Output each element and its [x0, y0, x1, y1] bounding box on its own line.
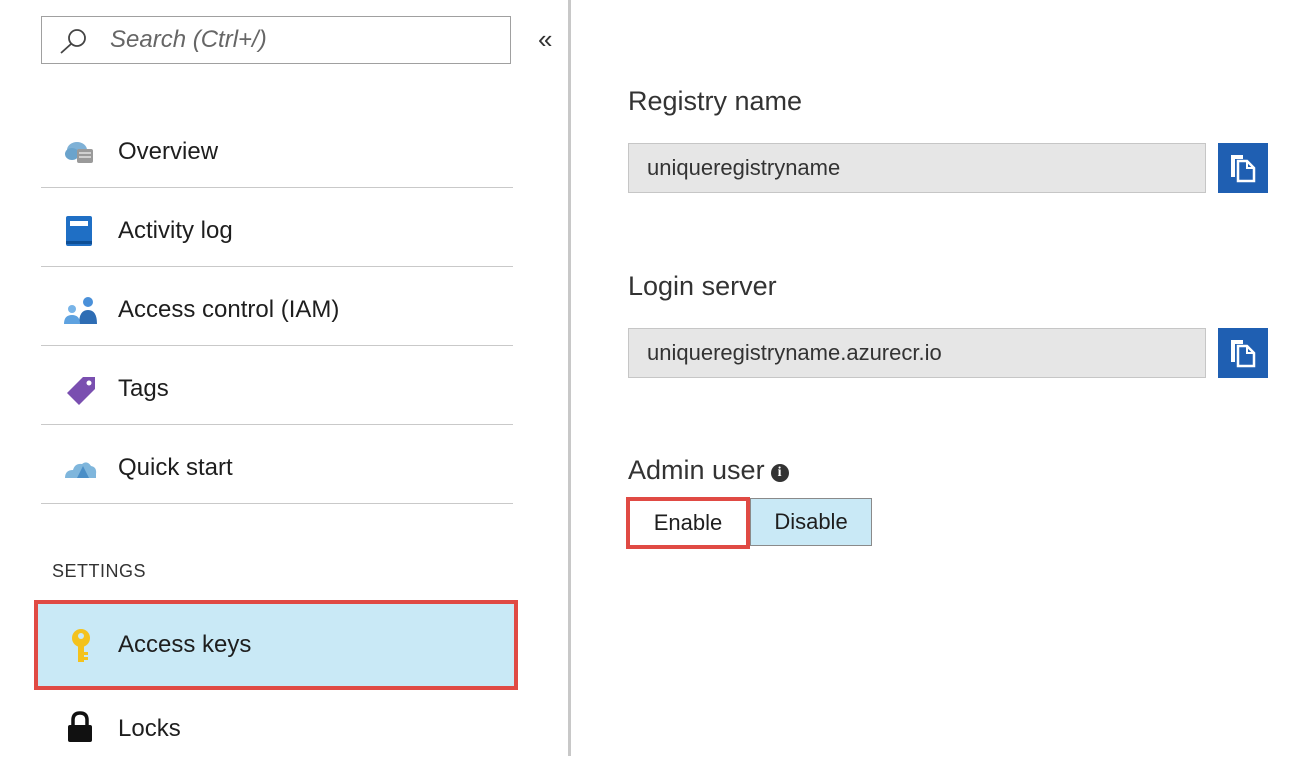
sidebar-item-quick-start[interactable]: Quick start	[41, 429, 513, 507]
search-input[interactable]	[110, 25, 500, 55]
divider	[41, 503, 513, 504]
registry-name-input[interactable]	[647, 154, 1187, 182]
disable-button[interactable]: Disable	[750, 498, 872, 546]
sidebar-item-label: Tags	[118, 375, 169, 402]
copy-login-server-button[interactable]	[1218, 328, 1268, 378]
sidebar-item-label: Locks	[118, 715, 181, 742]
activity-log-icon	[66, 216, 92, 246]
copy-registry-name-button[interactable]	[1218, 143, 1268, 193]
registry-name-field[interactable]	[628, 143, 1206, 193]
divider	[41, 424, 513, 425]
divider	[41, 266, 513, 267]
panel-divider	[568, 0, 571, 756]
admin-user-label: Admin user	[628, 455, 765, 485]
login-server-field[interactable]	[628, 328, 1206, 378]
copy-icon	[1231, 340, 1256, 368]
registry-name-label: Registry name	[628, 86, 803, 116]
sidebar-item-label: Activity log	[118, 217, 233, 244]
sidebar-item-tags[interactable]: Tags	[41, 350, 513, 428]
key-icon	[72, 629, 90, 662]
sidebar-item-label: Overview	[118, 138, 219, 165]
sidebar-item-label: Access control (IAM)	[118, 296, 340, 323]
collapse-menu-button[interactable]: «	[538, 24, 552, 54]
login-server-label: Login server	[628, 271, 777, 301]
divider	[41, 345, 513, 346]
section-header-settings: SETTINGS	[52, 561, 147, 581]
info-icon[interactable]: i	[770, 464, 789, 482]
sidebar-item-label: Access keys	[118, 631, 252, 658]
cloud-server-icon	[65, 142, 93, 163]
enable-button[interactable]: Enable	[626, 497, 750, 549]
sidebar-item-access-control[interactable]: Access control (IAM)	[41, 271, 513, 349]
tag-icon	[67, 377, 95, 405]
sidebar-item-locks[interactable]: Locks	[41, 690, 513, 768]
sidebar-item-label: Quick start	[118, 454, 233, 481]
divider	[41, 187, 513, 188]
lock-icon	[68, 711, 92, 742]
login-server-input[interactable]	[647, 339, 1187, 367]
admin-user-label-row: Admin user i	[628, 455, 789, 486]
quick-start-cloud-icon	[65, 462, 97, 478]
sidebar-item-activity-log[interactable]: Activity log	[41, 192, 513, 270]
sidebar-item-access-keys[interactable]: Access keys	[34, 600, 518, 690]
search-icon	[60, 29, 86, 54]
users-icon	[64, 297, 97, 324]
sidebar-item-overview[interactable]: Overview	[41, 113, 513, 191]
search-box[interactable]	[41, 16, 511, 64]
copy-icon	[1231, 155, 1256, 183]
